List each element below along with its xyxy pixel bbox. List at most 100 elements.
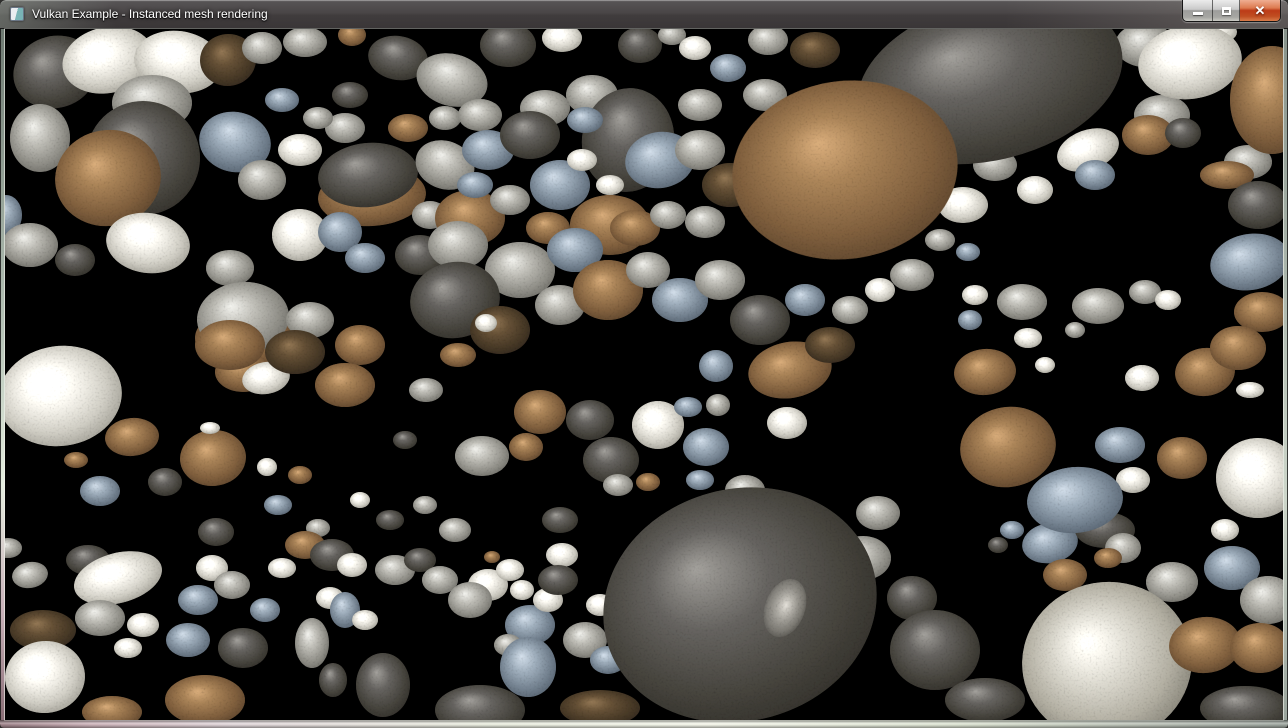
rock: [500, 637, 556, 697]
rock: [683, 428, 729, 466]
maximize-button[interactable]: [1213, 0, 1240, 21]
rock: [80, 476, 120, 506]
rock: [295, 618, 329, 668]
rock: [1075, 160, 1115, 190]
rock: [75, 600, 125, 636]
rock: [785, 284, 825, 316]
rock: [710, 54, 746, 82]
rock: [393, 431, 417, 449]
rock: [856, 496, 900, 530]
rock: [1000, 521, 1024, 539]
rock: [1065, 322, 1085, 338]
rock: [1014, 328, 1042, 348]
rock: [997, 284, 1047, 320]
rock: [335, 325, 385, 365]
rock: [1095, 427, 1145, 463]
rock: [988, 537, 1008, 553]
rock: [265, 330, 325, 374]
rock: [945, 678, 1025, 720]
rock: [350, 492, 370, 508]
rock: [1072, 288, 1124, 324]
rock: [496, 559, 524, 581]
minimize-icon: [1193, 12, 1203, 15]
rock: [962, 285, 988, 305]
rock: [603, 474, 633, 496]
rock: [257, 458, 277, 476]
rock: [127, 613, 159, 637]
caption-buttons: ✕: [1182, 0, 1281, 22]
rock: [55, 244, 95, 276]
rock: [730, 295, 790, 345]
rock: [315, 363, 375, 407]
rock: [1157, 437, 1207, 479]
rock: [64, 452, 88, 468]
rock: [790, 32, 840, 68]
rock: [865, 278, 895, 302]
rock: [890, 259, 934, 291]
rock: [206, 250, 254, 286]
rock: [345, 243, 385, 273]
rock: [376, 510, 404, 530]
minimize-button[interactable]: [1183, 0, 1213, 21]
rock: [1236, 382, 1264, 398]
rock: [542, 507, 578, 533]
rock-scene: [5, 29, 1283, 720]
rock: [674, 397, 702, 417]
close-button[interactable]: ✕: [1240, 0, 1280, 21]
app-window: Vulkan Example - Instanced mesh renderin…: [0, 0, 1288, 728]
rock: [1035, 357, 1055, 373]
rock: [268, 558, 296, 578]
rock: [439, 518, 471, 542]
titlebar[interactable]: Vulkan Example - Instanced mesh renderin…: [0, 0, 1288, 29]
rock: [455, 436, 509, 476]
rock: [475, 314, 497, 332]
rock: [685, 206, 725, 238]
rock: [178, 585, 218, 615]
rock: [214, 571, 250, 599]
rock: [567, 149, 597, 171]
rock: [114, 638, 142, 658]
rock: [448, 582, 492, 618]
window-title: Vulkan Example - Instanced mesh renderin…: [32, 0, 268, 28]
rock: [566, 400, 614, 440]
rock: [1210, 326, 1266, 370]
rock: [1165, 118, 1201, 148]
rock: [767, 407, 807, 439]
rock: [356, 653, 410, 717]
maximize-icon: [1222, 7, 1231, 15]
rock: [1017, 176, 1053, 204]
rock: [457, 172, 493, 198]
rock: [650, 201, 686, 229]
rock: [337, 553, 367, 577]
render-viewport[interactable]: [5, 29, 1283, 720]
rock: [238, 160, 286, 200]
rock: [195, 320, 265, 370]
rock: [388, 114, 428, 142]
window-border-right: [1283, 29, 1288, 720]
rock: [250, 598, 280, 622]
rock: [546, 543, 578, 567]
rock: [242, 32, 282, 64]
rock: [198, 518, 234, 546]
rock: [567, 107, 603, 133]
rock: [332, 82, 368, 108]
rock: [925, 229, 955, 251]
rock: [596, 175, 624, 195]
rock: [890, 610, 980, 690]
rock: [200, 422, 220, 434]
rock: [1125, 365, 1159, 391]
rock: [636, 473, 660, 491]
rock: [409, 378, 443, 402]
rock: [538, 565, 578, 595]
rock: [1094, 548, 1122, 568]
window-border-bottom: [0, 720, 1288, 728]
rock: [264, 495, 292, 515]
rock: [303, 107, 333, 129]
rock: [675, 130, 725, 170]
rock: [686, 470, 714, 490]
rock: [706, 394, 730, 416]
rock: [1043, 559, 1087, 591]
rock: [319, 663, 347, 697]
rock: [278, 134, 322, 166]
rock: [1155, 290, 1181, 310]
